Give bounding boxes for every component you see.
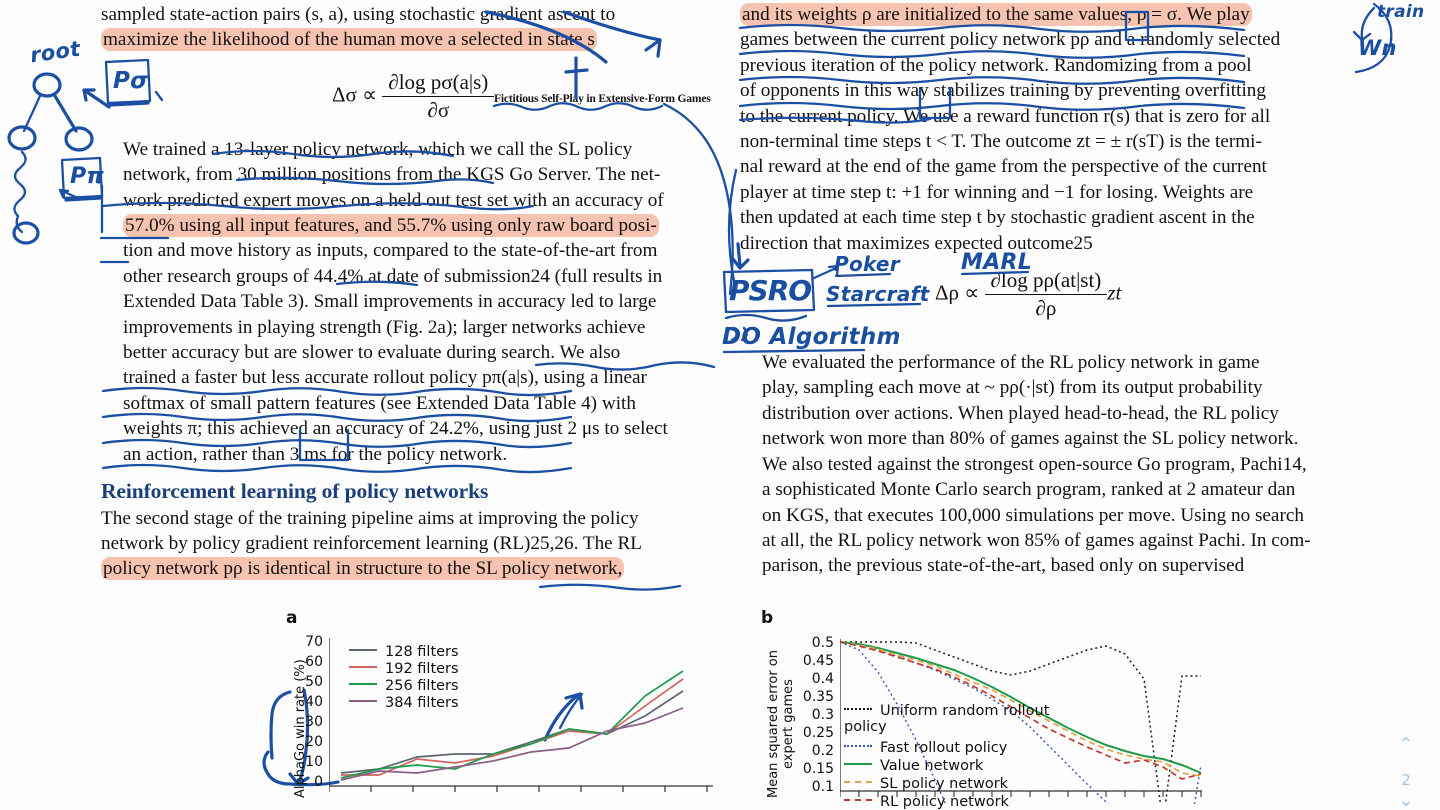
figure-b-ytick: 0.5: [811, 635, 834, 651]
text-line: non-terminal time steps t < T. The outco…: [740, 131, 1262, 153]
text-line: The second stage of the training pipelin…: [101, 507, 639, 529]
text-line: trained a faster but less accurate rollo…: [123, 367, 647, 389]
chevron-down-icon[interactable]: ⌄: [1398, 789, 1414, 810]
figure-b-ytick: 0.35: [802, 689, 834, 705]
figure-a: a AlphaGo win rate (%) 70 60 50 40 30 20…: [283, 608, 713, 810]
figure-b-ytick: 0.45: [802, 653, 834, 669]
legend-swatch-icon: [349, 683, 377, 685]
text-line: player at time step t: +1 for winning an…: [740, 181, 1254, 203]
highlight-rl-identical: policy network pρ is identical in struct…: [101, 557, 625, 581]
text-line: to the current policy. We use a reward f…: [740, 105, 1271, 127]
text-line: better accuracy but are slower to evalua…: [123, 342, 621, 364]
figure-a-ytick: 60: [305, 654, 323, 670]
figure-b: b Mean squared error on expert games 0.5…: [758, 608, 1208, 810]
paragraph-evaluated-performance: We evaluated the performance of the RL p…: [740, 350, 1354, 579]
figure-b-ytick: 0.25: [802, 725, 834, 741]
text-line: parison, the previous state-of-the-art, …: [762, 555, 1245, 577]
highlight-weights-init: and its weights ρ are initialized to the…: [740, 3, 1252, 26]
figure-a-ytick: 40: [305, 694, 323, 710]
text-line: previous iteration of the policy network…: [740, 54, 1252, 76]
page-nav-up-button[interactable]: ⌃: [1388, 735, 1424, 755]
figure-a-ytick: 0: [314, 774, 323, 790]
page-nav-down-button[interactable]: ⌄: [1388, 790, 1424, 810]
text-line: network won more than 80% of games again…: [762, 428, 1299, 450]
legend-swatch-icon: [844, 781, 872, 783]
figure-a-ytick: 70: [305, 634, 323, 650]
text-line: other research groups of 44.4% at date o…: [123, 265, 663, 287]
text-line: on KGS, that executes 100,000 simulation…: [762, 504, 1304, 526]
paragraph-weights-init: and its weights ρ are initialized to the…: [740, 2, 1354, 256]
figure-a-ytick: 30: [305, 714, 323, 730]
text-line: direction that maximizes expected outcom…: [740, 232, 1093, 254]
text-line: work predicted expert moves on a held ou…: [123, 189, 664, 211]
text-line: We trained a 13-layer policy network, wh…: [123, 138, 633, 160]
figure-a-ytick: 20: [305, 734, 323, 750]
paragraph-second-stage: The second stage of the training pipelin…: [101, 506, 721, 582]
figure-b-legend-item-1: Fast rollout policy: [844, 740, 1007, 756]
text-line: Extended Data Table 3). Small improvemen…: [123, 291, 657, 313]
text-line: a sophisticated Monte Carlo search progr…: [762, 479, 1296, 501]
text-line: of opponents in this way stabilizes trai…: [740, 80, 1266, 102]
text-line: weights π; this achieved an accuracy of …: [123, 418, 668, 440]
text-line: improvements in playing strength (Fig. 2…: [123, 316, 646, 338]
text-line: We also tested against the strongest ope…: [762, 453, 1307, 475]
figure-a-legend-item-1: 192 filters: [349, 661, 459, 677]
figure-a-legend-item-0: 128 filters: [349, 644, 459, 660]
legend-swatch-icon: [844, 763, 872, 765]
legend-swatch-icon: [349, 700, 377, 702]
text-line: at all, the RL policy network won 85% of…: [762, 529, 1311, 551]
ink-label-wn: Wn: [1358, 36, 1397, 60]
figure-a-ytick: 10: [305, 754, 323, 770]
chevron-up-icon[interactable]: ⌃: [1398, 734, 1414, 756]
figure-b-ytick: 0.1: [811, 779, 834, 795]
figure-b-legend-item-4: RL policy network: [844, 794, 1009, 810]
ink-label-p-pi: Pπ: [70, 164, 105, 189]
figure-b-ytick: 0.15: [802, 761, 834, 777]
figure-b-label: b: [761, 608, 774, 628]
figure-a-label: a: [286, 608, 298, 628]
figure-a-legend-item-2: 256 filters: [349, 678, 459, 694]
figure-a-legend-item-3: 384 filters: [349, 695, 459, 711]
page-number-indicator: 2: [1401, 771, 1411, 789]
document-page: sampled state-action pairs (s, a), using…: [0, 0, 1440, 810]
figure-b-ytick: 0.2: [811, 743, 834, 759]
text-line: games between the current policy network…: [740, 29, 1281, 51]
text-line: We evaluated the performance of the RL p…: [762, 352, 1260, 374]
equation-sl-gradient: Δσ ∝ ∂log pσ(a|s) ∂σ: [332, 70, 495, 123]
highlight-maximize-likelihood: maximize the likelihood of the human mov…: [101, 28, 597, 52]
legend-swatch-icon: [349, 649, 377, 651]
text-line: network, from 30 million positions from …: [123, 164, 661, 186]
text-line: tion and move history as inputs, compare…: [123, 240, 658, 262]
figure-b-legend-item-3: SL policy network: [844, 776, 1008, 792]
text-line: sampled state-action pairs (s, a), using…: [101, 4, 616, 25]
figure-b-legend-item-2: Value network: [844, 758, 983, 774]
section-heading-rl-policy: Reinforcement learning of policy network…: [101, 479, 489, 504]
highlight-accuracy-line: 57.0% using all input features, and 55.7…: [123, 214, 659, 238]
text-line: an action, rather than 3 ms for the poli…: [123, 443, 508, 465]
text-line: network by policy gradient reinforcement…: [101, 532, 642, 554]
paragraph-sl-policy-network: We trained a 13-layer policy network, wh…: [101, 137, 721, 467]
figure-a-ytick: 50: [305, 674, 323, 690]
text-line: then updated at each time step t by stoc…: [740, 207, 1255, 229]
equation-rl-gradient: Δρ ∝ ∂log pρ(at|st) ∂ρ zt: [935, 268, 1122, 320]
figure-b-legend-item-0: Uniform random rollout policy: [844, 703, 1050, 735]
stamp-caption-fictitious-selfplay: Fictitious Self-Play in Extensive-Form G…: [494, 92, 711, 105]
figure-b-ytick: 0.4: [811, 671, 834, 687]
legend-swatch-icon: [349, 666, 377, 668]
legend-swatch-icon: [844, 799, 872, 801]
text-line: play, sampling each move at ~ pρ(·|st) f…: [762, 377, 1263, 399]
ink-label-train: train: [1377, 2, 1425, 22]
ink-label-root: root: [28, 36, 82, 68]
text-line: softmax of small pattern features (see E…: [123, 392, 636, 414]
legend-swatch-icon: [844, 745, 872, 747]
legend-swatch-icon: [844, 708, 872, 710]
ink-train-arrow: [1352, 2, 1393, 74]
text-line: nal reward at the end of the game from t…: [740, 156, 1267, 178]
figure-b-ytick: 0.3: [811, 707, 834, 723]
paragraph-sampled-pairs: sampled state-action pairs (s, a), using…: [101, 2, 721, 53]
text-line: distribution over actions. When played h…: [762, 402, 1279, 424]
